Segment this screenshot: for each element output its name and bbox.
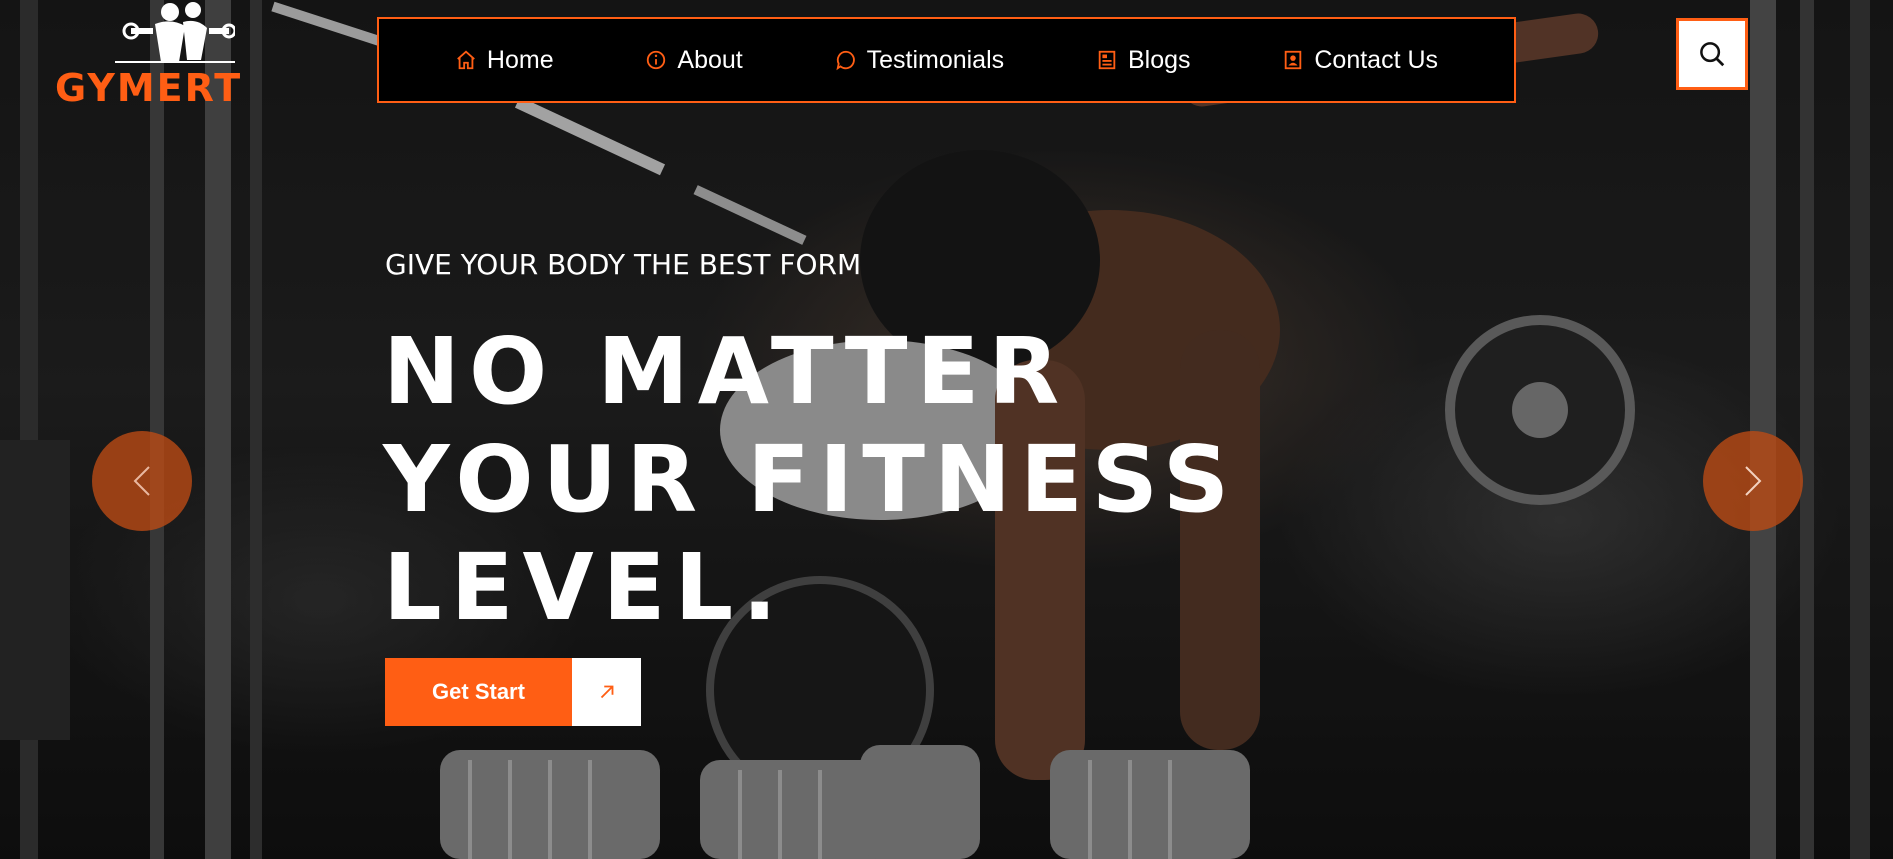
carousel-prev-button[interactable]: [92, 431, 192, 531]
hero-headline: NO MATTER YOUR FITNESS LEVEL.: [383, 318, 1383, 642]
search-button[interactable]: [1676, 18, 1748, 90]
brand-logo[interactable]: GYMERT: [55, 0, 295, 112]
nav-item-contact[interactable]: Contact Us: [1282, 46, 1438, 75]
chevron-left-icon: [133, 466, 150, 496]
nav-label-blogs: Blogs: [1127, 45, 1191, 74]
main-navigation: Home About Testimonials Blogs Contact Us: [377, 17, 1516, 103]
hero-eyebrow: GIVE YOUR BODY THE BEST FORM: [385, 248, 862, 281]
nav-label-about: About: [677, 45, 743, 74]
nav-item-testimonials[interactable]: Testimonials: [835, 45, 1005, 75]
athlete-logo-icon: [115, 2, 235, 63]
info-icon: [647, 50, 666, 70]
carousel-next-button[interactable]: [1703, 431, 1803, 531]
brand-name: GYMERT: [55, 66, 243, 110]
get-start-button[interactable]: Get Start: [385, 658, 641, 726]
home-icon: [457, 50, 475, 70]
nav-item-home[interactable]: Home: [455, 46, 554, 75]
document-icon: [1098, 50, 1116, 70]
chevron-right-icon: [1745, 466, 1762, 496]
arrow-up-right-icon: [600, 685, 613, 699]
get-start-label: Get Start: [385, 658, 572, 726]
contact-card-icon: [1285, 50, 1302, 70]
nav-label-contact: Contact Us: [1314, 45, 1439, 74]
nav-item-blogs[interactable]: Blogs: [1096, 46, 1191, 75]
nav-item-about[interactable]: About: [645, 45, 743, 75]
search-icon: [1700, 42, 1725, 67]
headline-line-1: NO MATTER: [383, 318, 1069, 425]
headline-line-3: LEVEL.: [383, 534, 787, 641]
headline-line-2: YOUR FITNESS: [383, 426, 1239, 533]
nav-label-home: Home: [486, 45, 554, 74]
nav-label-testimonials: Testimonials: [866, 45, 1005, 74]
chat-bubble-icon: [836, 50, 855, 71]
cta-arrow-box: [572, 658, 641, 726]
